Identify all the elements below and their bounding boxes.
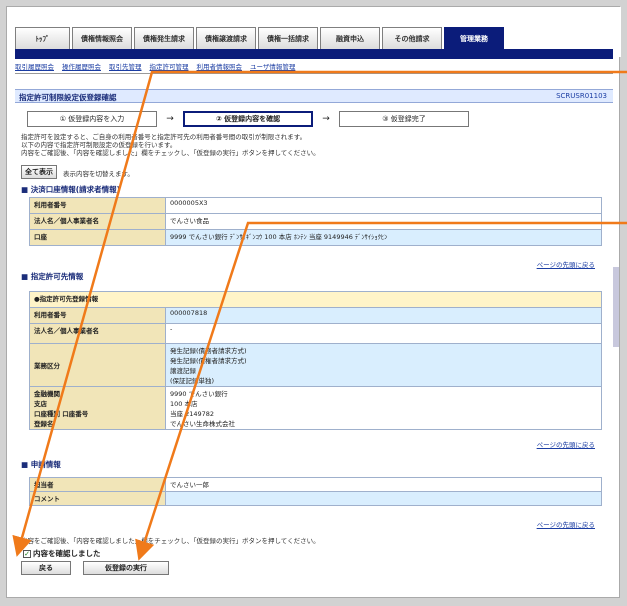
tab-financing[interactable]: 融資申込 <box>320 27 380 49</box>
row-label: 業務区分 <box>29 343 166 387</box>
row-label: 口座 <box>29 229 166 246</box>
value-line: でんさい生命株式会社 <box>170 420 235 428</box>
show-all-hint: 表示内容を切替えます。 <box>63 170 134 178</box>
screen-code: SCRUSR01103 <box>556 92 607 100</box>
scrollbar[interactable] <box>613 267 619 347</box>
back-to-top-link[interactable]: ページの先頭に戻る <box>537 259 595 269</box>
confirm-checkbox-label[interactable]: 内容を確認しました <box>33 548 101 559</box>
subnav-partner-management[interactable]: 取引先管理 <box>109 61 142 71</box>
business-type-line: 発生記録(債権者請求方式) <box>170 357 247 365</box>
nav-strip <box>15 49 613 59</box>
row-label: 利用者番号 <box>29 197 166 214</box>
permit-table: ●指定許可先登録情報 利用者番号 000007818 法人名／個人事業者名 - … <box>29 291 602 430</box>
subnav-transaction-history[interactable]: 取引履歴照会 <box>15 61 54 71</box>
table-row: コメント <box>29 491 602 506</box>
confirm-checkbox[interactable]: ✓ <box>23 549 31 558</box>
label-line: 口座種別 口座番号 <box>34 410 89 418</box>
row-value: でんさい食品 <box>165 213 602 230</box>
tab-top[interactable]: ﾄｯﾌﾟ <box>15 27 70 49</box>
tab-other-request[interactable]: その他請求 <box>382 27 442 49</box>
subnav-user-info[interactable]: 利用者情報照会 <box>197 61 243 71</box>
section-title-permit: 指定許可先情報 <box>21 271 84 282</box>
divider <box>15 73 613 74</box>
table-row: 利用者番号 000007818 <box>29 307 602 324</box>
step-input: ① 仮登録内容を入力 <box>27 111 157 127</box>
main-tabs: ﾄｯﾌﾟ 債権情報照会 債権発生請求 債権譲渡請求 債権一括請求 融資申込 その… <box>15 27 504 49</box>
tab-claim-issue[interactable]: 債権発生請求 <box>134 27 194 49</box>
table-row: 金融機関 支店 口座種別 口座番号 登録名 9990 でんさい銀行 100 本店… <box>29 386 602 430</box>
table-row: ●指定許可先登録情報 <box>29 291 602 308</box>
value-line: 当座 2149782 <box>170 410 215 418</box>
table-row: 法人名／個人事業者名 - <box>29 323 602 344</box>
subnav-operation-history[interactable]: 操作履歴照会 <box>62 61 101 71</box>
row-value: 発生記録(債務者請求方式) 発生記録(債権者請求方式) 譲渡記録 (保証記録単独… <box>165 343 602 387</box>
step-complete: ③ 仮登録完了 <box>339 111 469 127</box>
business-type-line: 発生記録(債務者請求方式) <box>170 347 247 355</box>
tab-management[interactable]: 管理業務 <box>444 27 504 49</box>
page-title: 指定許可制限設定仮登録確認 <box>19 93 117 102</box>
row-value: 9999 でんさい銀行 ﾃﾞﾝｻｲｷﾞﾝｺｳ 100 本店 ﾎﾝﾃﾝ 当座 91… <box>165 229 602 246</box>
step-indicator: ① 仮登録内容を入力 → ② 仮登録内容を確認 → ③ 仮登録完了 <box>27 111 469 127</box>
execute-button[interactable]: 仮登録の実行 <box>83 561 169 575</box>
subnav-permit-management[interactable]: 指定許可管理 <box>150 61 189 71</box>
step-arrow: → <box>166 114 174 124</box>
row-value: 9990 でんさい銀行 100 本店 当座 2149782 でんさい生命株式会社 <box>165 386 602 430</box>
table-row: 法人名／個人事業者名 でんさい食品 <box>29 213 602 230</box>
back-button[interactable]: 戻る <box>21 561 71 575</box>
step-arrow: → <box>322 114 330 124</box>
tab-claim-info[interactable]: 債権情報照会 <box>72 27 132 49</box>
row-value <box>165 491 602 506</box>
row-label: コメント <box>29 491 166 506</box>
table-row: 口座 9999 でんさい銀行 ﾃﾞﾝｻｲｷﾞﾝｺｳ 100 本店 ﾎﾝﾃﾝ 当座… <box>29 229 602 246</box>
permit-subheader: ●指定許可先登録情報 <box>29 291 602 308</box>
page-title-bar: 指定許可制限設定仮登録確認 SCRUSR01103 <box>15 89 613 103</box>
value-line: 9990 でんさい銀行 <box>170 390 228 398</box>
tab-claim-transfer[interactable]: 債権譲渡請求 <box>196 27 256 49</box>
row-label: 利用者番号 <box>29 307 166 324</box>
app-frame: ﾄｯﾌﾟ 債権情報照会 債権発生請求 債権譲渡請求 債権一括請求 融資申込 その… <box>6 6 621 598</box>
sub-nav: 取引履歴照会 操作履歴照会 取引先管理 指定許可管理 利用者情報照会 ユーザ情報… <box>15 61 295 71</box>
top-bar: ﾄｯﾌﾟ 債権情報照会 債権発生請求 債権譲渡請求 債権一括請求 融資申込 その… <box>7 7 621 59</box>
row-label: 担当者 <box>29 477 166 492</box>
tab-bulk-request[interactable]: 債権一括請求 <box>258 27 318 49</box>
row-value: でんさい一郎 <box>165 477 602 492</box>
row-value: 0000005X3 <box>165 197 602 214</box>
row-value: - <box>165 323 602 344</box>
payer-table: 利用者番号 0000005X3 法人名／個人事業者名 でんさい食品 口座 999… <box>29 197 602 246</box>
confirm-note: 内容をご確認後、「内容を確認しました」欄をチェックし、「仮登録の実行」ボタンを押… <box>21 537 320 545</box>
row-label: 法人名／個人事業者名 <box>29 323 166 344</box>
business-type-line: 譲渡記録 <box>170 367 196 375</box>
section-title-payer: 決済口座情報(請求者情報) <box>21 184 120 195</box>
row-value: 000007818 <box>165 307 602 324</box>
table-row: 業務区分 発生記録(債務者請求方式) 発生記録(債権者請求方式) 譲渡記録 (保… <box>29 343 602 387</box>
applicant-table: 担当者 でんさい一郎 コメント <box>29 477 602 506</box>
table-row: 利用者番号 0000005X3 <box>29 197 602 214</box>
table-row: 担当者 でんさい一郎 <box>29 477 602 492</box>
row-label: 法人名／個人事業者名 <box>29 213 166 230</box>
section-title-applicant: 申請情報 <box>21 459 61 470</box>
show-all-button[interactable]: 全て表示 <box>21 165 57 179</box>
intro-line-3: 内容をご確認後、「内容を確認しました」欄をチェックし、「仮登録の実行」ボタンを押… <box>21 149 320 157</box>
back-to-top-link[interactable]: ページの先頭に戻る <box>537 519 595 529</box>
confirm-checkbox-row[interactable]: ✓ 内容を確認しました <box>23 548 101 559</box>
back-to-top-link[interactable]: ページの先頭に戻る <box>537 439 595 449</box>
label-line: 金融機関 <box>34 390 60 398</box>
value-line: 100 本店 <box>170 400 198 408</box>
business-type-line: (保証記録単独) <box>170 377 215 385</box>
label-line: 登録名 <box>34 420 54 428</box>
row-label: 金融機関 支店 口座種別 口座番号 登録名 <box>29 386 166 430</box>
step-confirm: ② 仮登録内容を確認 <box>183 111 313 127</box>
subnav-user-management[interactable]: ユーザ情報管理 <box>250 61 295 71</box>
label-line: 支店 <box>34 400 47 408</box>
